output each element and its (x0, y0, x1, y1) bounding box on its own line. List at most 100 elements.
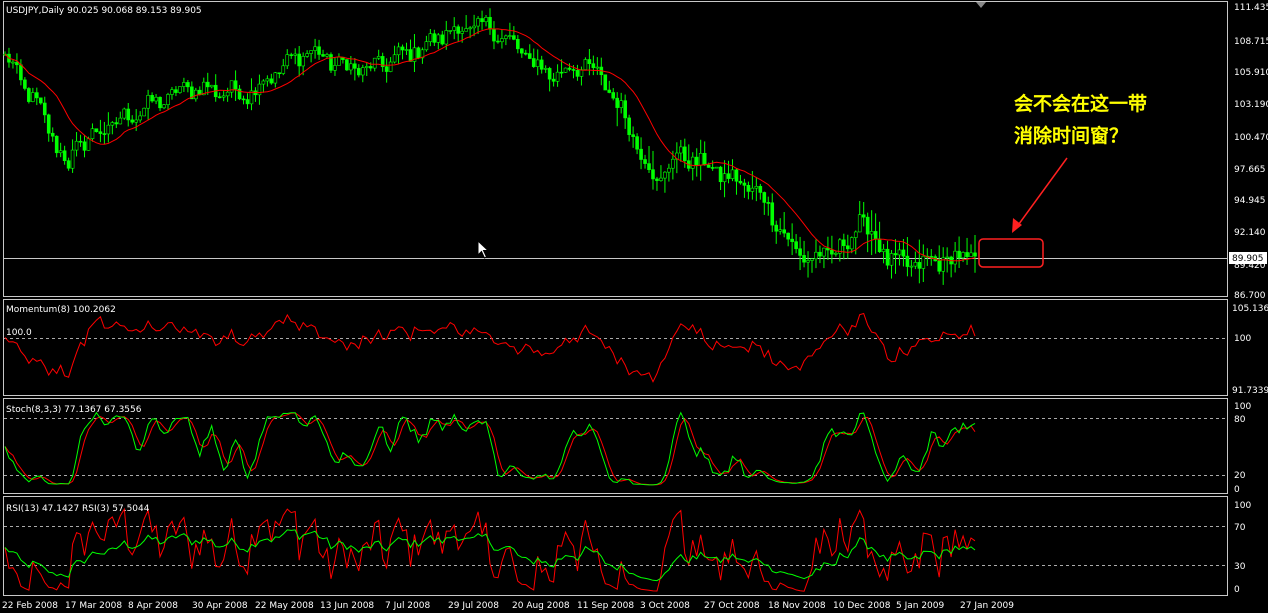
date-tick-9: 11 Sep 2008 (577, 601, 634, 611)
candle-body (349, 63, 353, 71)
candle-body (913, 262, 918, 267)
candle-body (257, 83, 262, 96)
candle-body (893, 253, 898, 256)
candle-body (778, 229, 783, 232)
price-tick-6: 94.945 (1234, 196, 1266, 206)
candle-body (909, 265, 914, 268)
rsi-tick-1: 70 (1234, 523, 1246, 533)
candle-body (376, 56, 381, 59)
candle-body (301, 56, 305, 67)
candle-body (973, 252, 977, 257)
momentum-tick-1: 100 (1234, 334, 1251, 344)
candle-body (750, 187, 755, 192)
candle-body (901, 249, 906, 257)
date-tick-15: 27 Jan 2009 (960, 601, 1014, 611)
candle-body (209, 84, 214, 88)
candle-body (822, 247, 826, 257)
candle-body (762, 192, 767, 203)
candle-body (635, 136, 639, 150)
rsi-tick-3: 0 (1234, 585, 1240, 595)
candle-body (861, 214, 866, 218)
candle-body (849, 237, 854, 250)
candle-body (182, 82, 186, 87)
date-tick-8: 20 Aug 2008 (512, 601, 570, 611)
candle-body (170, 89, 174, 95)
stoch-tick-3: 0 (1234, 485, 1240, 495)
date-tick-6: 7 Jul 2008 (385, 601, 430, 611)
candle-body (790, 238, 794, 242)
candle-body (424, 41, 429, 51)
candle-body (392, 54, 397, 63)
date-tick-0: 22 Feb 2008 (2, 601, 58, 611)
candle-body (782, 229, 786, 234)
candle-body (46, 114, 51, 134)
candle-body (110, 122, 115, 126)
candle-body (42, 102, 47, 116)
candle-body (905, 255, 910, 267)
candle-body (476, 18, 480, 27)
candle-body (559, 71, 564, 74)
trading-chart[interactable]: USDJPY,Daily 90.025 90.068 89.153 89.905… (0, 0, 1268, 613)
candle-body (535, 59, 540, 67)
candle-body (126, 108, 131, 121)
candle-body (579, 69, 584, 77)
momentum-level-label: 100.0 (6, 328, 32, 338)
candle-body (23, 79, 27, 89)
candle-body (690, 156, 695, 169)
date-tick-5: 13 Jun 2008 (320, 601, 374, 611)
candle-body (865, 216, 870, 235)
candle-body (388, 61, 393, 72)
candle-body (313, 46, 317, 51)
candle-body (333, 65, 337, 71)
candle-body (448, 30, 453, 32)
candle-body (842, 239, 846, 247)
rsi-tick-0: 100 (1234, 501, 1251, 511)
rsi-tick-2: 30 (1234, 562, 1246, 572)
candle-body (440, 34, 445, 45)
candle-body (889, 253, 894, 266)
candle-body (583, 59, 588, 70)
candle-body (205, 81, 210, 88)
price-panel-title: USDJPY,Daily 90.025 90.068 89.153 89.905 (6, 6, 202, 16)
candle-body (317, 46, 321, 55)
candle-body (245, 99, 250, 105)
candle-body (233, 80, 238, 90)
candle-body (404, 49, 409, 51)
candle-body (134, 119, 138, 123)
candle-body (225, 91, 230, 97)
candle-body (484, 17, 488, 23)
candle-body (806, 260, 810, 263)
candle-body (786, 232, 790, 240)
candle-body (54, 135, 59, 154)
candle-body (714, 166, 719, 169)
candle-body (150, 95, 154, 102)
candle-body (74, 140, 79, 151)
candle-body (551, 78, 556, 82)
candle-body (774, 224, 779, 232)
candle-body (746, 185, 751, 192)
date-tick-10: 3 Oct 2008 (640, 601, 690, 611)
candle-body (873, 231, 878, 240)
candle-body (682, 146, 687, 162)
candle-body (174, 89, 178, 93)
candle-body (615, 97, 620, 108)
candle-body (353, 63, 357, 69)
candle-body (742, 182, 747, 186)
price-tick-3: 103.190 (1234, 100, 1268, 110)
date-tick-1: 17 Mar 2008 (65, 601, 122, 611)
candle-body (794, 241, 798, 250)
stoch-tick-1: 80 (1234, 415, 1246, 425)
candle-body (162, 104, 166, 109)
date-tick-11: 27 Oct 2008 (704, 601, 760, 611)
candle-body (38, 97, 43, 104)
candle-body (730, 169, 735, 179)
candle-body (305, 53, 309, 57)
candle-body (818, 251, 822, 257)
candle-body (66, 160, 71, 169)
candle-body (269, 78, 274, 84)
candle-body (877, 238, 882, 253)
candle-body (35, 92, 39, 99)
candle-body (122, 108, 127, 119)
candle-body (555, 71, 560, 82)
stoch-tick-2: 20 (1234, 471, 1246, 481)
